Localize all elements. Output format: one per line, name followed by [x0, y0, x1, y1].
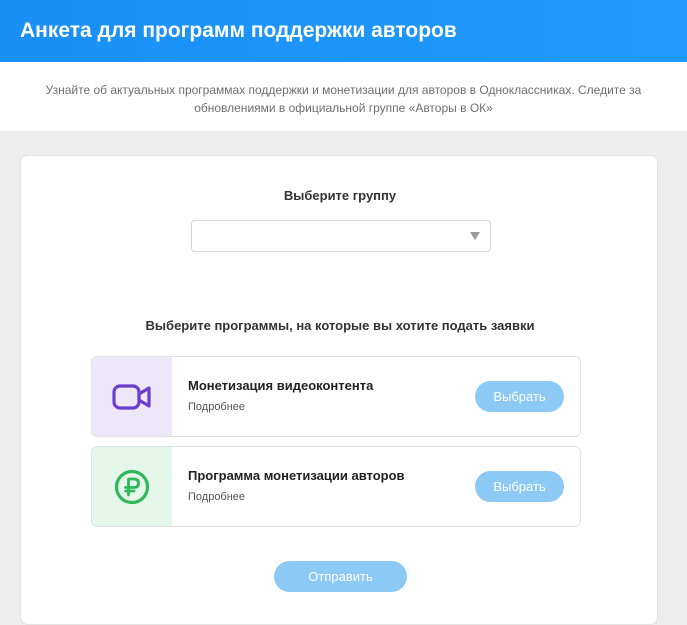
submit-button[interactable]: Отправить — [274, 561, 407, 592]
program-card-video: Монетизация видеоконтента Подробнее Выбр… — [91, 356, 581, 437]
program-title: Программа монетизации авторов — [188, 468, 405, 483]
choose-button[interactable]: Выбрать — [475, 381, 564, 412]
program-card-authors: Программа монетизации авторов Подробнее … — [91, 446, 581, 527]
choose-button[interactable]: Выбрать — [475, 471, 564, 502]
program-title: Монетизация видеоконтента — [188, 378, 374, 393]
program-icon-box — [92, 357, 172, 436]
intro-text: Узнайте об актуальных программах поддерж… — [0, 62, 687, 131]
program-more-link[interactable]: Подробнее — [188, 491, 245, 503]
chevron-down-icon — [470, 232, 480, 240]
page-title: Анкета для программ поддержки авторов — [20, 19, 457, 42]
group-label: Выберите группу — [283, 188, 397, 203]
programs-label: Выберите программы, на которые вы хотите… — [145, 318, 535, 333]
group-select[interactable] — [191, 220, 491, 252]
program-icon-box — [92, 447, 172, 526]
program-more-link[interactable]: Подробнее — [188, 401, 245, 413]
ruble-icon — [114, 469, 150, 504]
page-header: Анкета для программ поддержки авторов — [0, 0, 687, 62]
form-card: Выберите группу Выберите программы, на к… — [20, 155, 658, 625]
video-camera-icon — [112, 383, 151, 410]
